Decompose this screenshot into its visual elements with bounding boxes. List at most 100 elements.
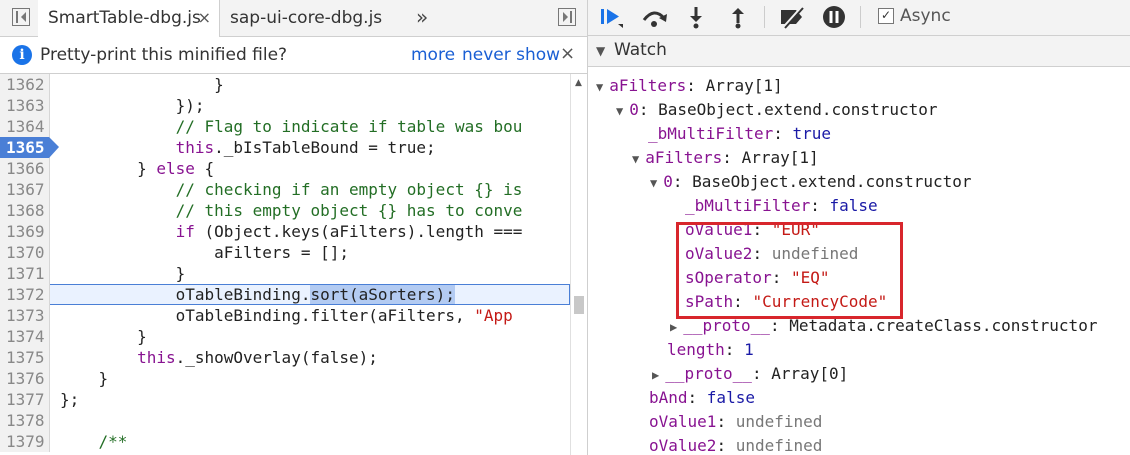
line-number[interactable]: 1364: [0, 116, 50, 137]
collapse-arrow-icon[interactable]: ▼: [596, 44, 605, 58]
code-text: /**: [60, 432, 128, 451]
scroll-up-icon[interactable]: ▲: [575, 78, 582, 88]
step-into-icon[interactable]: [686, 5, 706, 29]
line-number[interactable]: 1373: [0, 305, 50, 326]
code-text: }: [60, 75, 224, 94]
line-number[interactable]: 1379: [0, 431, 50, 452]
code-line[interactable]: 1373 oTableBinding.filter(aFilters, "App: [0, 305, 570, 326]
async-label: Async: [900, 6, 951, 26]
debugger-sidebar: ✓ Async ▼ Watch ▼ aFilters: Array[1] ▼ 0: …: [588, 0, 1130, 455]
code-line[interactable]: 1379 /**: [0, 431, 570, 452]
pretty-print-infobar: i Pretty-print this minified file? more …: [0, 37, 587, 74]
expanded-arrow-icon[interactable]: ▼: [632, 152, 639, 166]
line-number[interactable]: 1368: [0, 200, 50, 221]
toggle-navigator-icon[interactable]: [12, 8, 30, 26]
breakpoint-line-number[interactable]: 1365: [0, 137, 59, 158]
line-number[interactable]: 1370: [0, 242, 50, 263]
tree-node[interactable]: ▼ aFilters: Array[1]: [632, 146, 819, 170]
code-line[interactable]: 1362 }: [0, 74, 570, 95]
code-line[interactable]: 1371 }: [0, 263, 570, 284]
tree-leaf[interactable]: _bMultiFilter: true: [648, 122, 831, 146]
expanded-arrow-icon[interactable]: ▼: [596, 80, 603, 94]
code-line[interactable]: 1363 });: [0, 95, 570, 116]
tree-leaf[interactable]: oValue1: undefined: [649, 410, 822, 434]
line-number[interactable]: 1369: [0, 221, 50, 242]
code-text: // this empty object {} has to conve: [175, 201, 523, 220]
code-text: oTableBinding.sort(aSorters);: [60, 285, 455, 304]
code-line[interactable]: 1374 }: [0, 326, 570, 347]
watch-section-header[interactable]: ▼ Watch: [588, 36, 1130, 67]
infobar-message: Pretty-print this minified file?: [40, 45, 288, 65]
debugger-toolbar: ✓ Async: [588, 0, 1130, 36]
pause-on-exceptions-icon[interactable]: [822, 5, 846, 29]
code-text: // checking if an empty object {} is: [175, 180, 523, 199]
tree-leaf[interactable]: bAnd: false: [649, 386, 755, 410]
expanded-arrow-icon[interactable]: ▼: [616, 104, 623, 118]
line-number[interactable]: 1371: [0, 263, 50, 284]
line-number[interactable]: 1362: [0, 74, 50, 95]
expanded-arrow-icon[interactable]: ▼: [650, 176, 657, 190]
step-out-icon[interactable]: [728, 5, 748, 29]
tree-leaf[interactable]: oValue2: undefined: [649, 434, 822, 455]
code-editor[interactable]: 1362 } 1363 }); 1364 // Flag to indicate i…: [0, 74, 570, 455]
code-text: };: [60, 390, 80, 409]
scroll-thumb[interactable]: [574, 296, 584, 314]
toggle-debugger-icon[interactable]: [558, 8, 576, 26]
line-number[interactable]: 1366: [0, 158, 50, 179]
tab-smarttable[interactable]: SmartTable-dbg.js ×: [38, 0, 220, 37]
tree-leaf[interactable]: _bMultiFilter: false: [685, 194, 878, 218]
code-line[interactable]: 1372 oTableBinding.sort(aSorters);: [0, 284, 570, 305]
highlight-annotation-box: [676, 222, 903, 319]
tab-label: SmartTable-dbg.js: [48, 8, 201, 28]
infobar-never-show-link[interactable]: never show: [462, 45, 560, 65]
line-number[interactable]: 1367: [0, 179, 50, 200]
code-text: }: [60, 264, 186, 283]
line-number[interactable]: 1377: [0, 389, 50, 410]
code-line[interactable]: 1367 // checking if an empty object {} i…: [0, 179, 570, 200]
code-line[interactable]: 1364 // Flag to indicate if table was bo…: [0, 116, 570, 137]
code-line[interactable]: 1375 this._showOverlay(false);: [0, 347, 570, 368]
code-line[interactable]: 1370 aFilters = [];: [0, 242, 570, 263]
code-line[interactable]: 1376 }: [0, 368, 570, 389]
line-number[interactable]: 1378: [0, 410, 50, 431]
code-line[interactable]: 1378: [0, 410, 570, 431]
collapsed-arrow-icon[interactable]: ▶: [652, 368, 659, 382]
code-text: this._showOverlay(false);: [137, 348, 378, 367]
code-text: }: [60, 369, 109, 388]
code-text: });: [60, 96, 205, 115]
code-text: aFilters = [];: [60, 243, 349, 262]
line-number[interactable]: 1372: [0, 284, 50, 305]
toolbar-separator: [764, 6, 765, 28]
more-tabs-icon[interactable]: »: [416, 0, 428, 36]
code-line[interactable]: 1377};: [0, 389, 570, 410]
code-text: this._bIsTableBound = true;: [175, 138, 436, 157]
tree-node[interactable]: ▼ 0: BaseObject.extend.constructor: [650, 170, 972, 194]
tree-node[interactable]: ▼ aFilters: Array[1]: [596, 74, 783, 98]
tree-leaf[interactable]: length: 1: [667, 338, 754, 362]
step-over-icon[interactable]: [640, 5, 668, 29]
close-tab-icon[interactable]: ×: [198, 0, 211, 36]
tree-node[interactable]: ▶ __proto__: Array[0]: [652, 362, 848, 386]
code-text: } else {: [60, 159, 215, 178]
code-line[interactable]: 1365 this._bIsTableBound = true;: [0, 137, 570, 158]
code-text: oTableBinding.filter(aFilters, "App: [60, 306, 513, 325]
line-number[interactable]: 1363: [0, 95, 50, 116]
editor-tabbar: SmartTable-dbg.js × sap-ui-core-dbg.js »: [0, 0, 587, 37]
line-number[interactable]: 1375: [0, 347, 50, 368]
line-number[interactable]: 1374: [0, 326, 50, 347]
tab-sap-ui-core[interactable]: sap-ui-core-dbg.js: [230, 0, 382, 36]
editor-scrollbar[interactable]: ▲: [570, 74, 587, 455]
async-checkbox[interactable]: ✓: [878, 8, 894, 24]
infobar-more-link[interactable]: more: [411, 45, 455, 65]
code-line[interactable]: 1366 } else {: [0, 158, 570, 179]
info-icon: i: [12, 45, 32, 65]
collapsed-arrow-icon[interactable]: ▶: [670, 320, 677, 334]
code-line[interactable]: 1368 // this empty object {} has to conv…: [0, 200, 570, 221]
deactivate-breakpoints-icon[interactable]: [778, 5, 808, 29]
resume-icon[interactable]: [598, 5, 624, 29]
close-icon[interactable]: ×: [560, 43, 575, 64]
code-line[interactable]: 1369 if (Object.keys(aFilters).length ==…: [0, 221, 570, 242]
tree-node[interactable]: ▼ 0: BaseObject.extend.constructor: [616, 98, 938, 122]
code-text: if (Object.keys(aFilters).length ===: [175, 222, 523, 241]
line-number[interactable]: 1376: [0, 368, 50, 389]
